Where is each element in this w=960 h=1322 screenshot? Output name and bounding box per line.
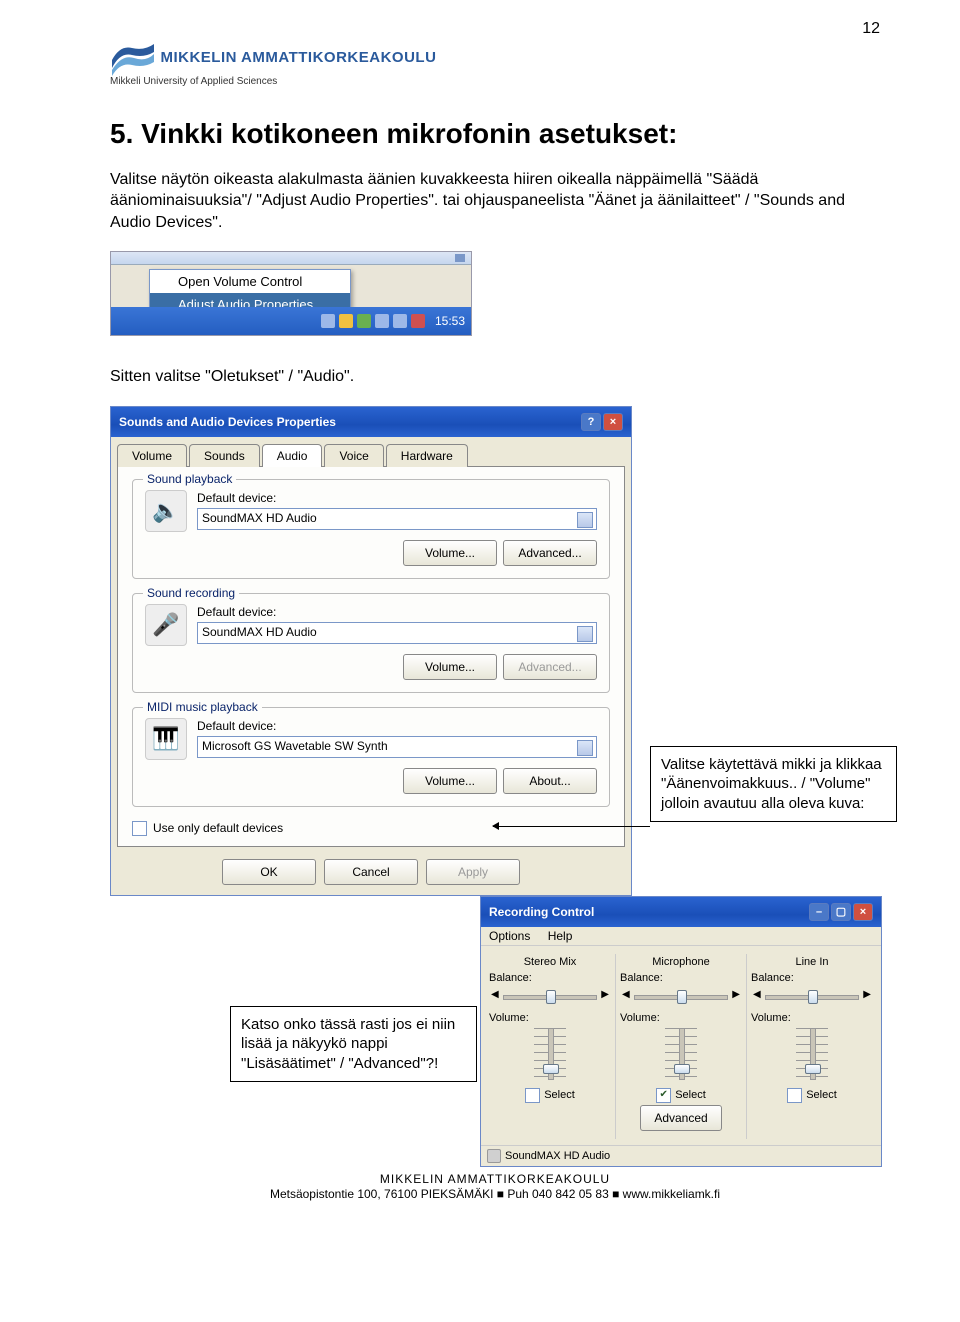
taskbar-clock: 15:53 — [435, 314, 465, 328]
callout-check-advanced: Katso onko tässä rasti jos ei niin lisää… — [230, 1006, 477, 1083]
volume-icon[interactable] — [393, 314, 407, 328]
minimize-button[interactable]: – — [809, 903, 829, 921]
close-button[interactable]: × — [603, 413, 623, 431]
tab-audio[interactable]: Audio — [262, 444, 323, 467]
apply-button[interactable]: Apply — [426, 859, 520, 885]
channel-name: Microphone — [620, 956, 742, 968]
tray-icon[interactable] — [357, 314, 371, 328]
menu-help[interactable]: Help — [548, 929, 573, 943]
tray-icon[interactable] — [339, 314, 353, 328]
tab-voice[interactable]: Voice — [324, 444, 383, 467]
paragraph-2: Sitten valitse "Oletukset" / "Audio". — [110, 366, 880, 388]
advanced-button[interactable]: Advanced — [640, 1105, 722, 1131]
section-heading: 5. Vinkki kotikoneen mikrofonin asetukse… — [110, 117, 880, 151]
volume-slider[interactable] — [671, 1026, 691, 1082]
recording-advanced-button[interactable]: Advanced... — [503, 654, 597, 680]
microphone-icon: 🎤 — [145, 604, 187, 646]
logo-text-sub: Mikkeli University of Applied Sciences — [110, 76, 880, 87]
taskbar: 15:53 — [111, 307, 471, 335]
menu-bar: Options Help — [481, 927, 881, 946]
playback-advanced-button[interactable]: Advanced... — [503, 540, 597, 566]
tab-sounds[interactable]: Sounds — [189, 444, 260, 467]
select-checkbox[interactable] — [787, 1088, 802, 1103]
midi-volume-button[interactable]: Volume... — [403, 768, 497, 794]
field-label: Default device: — [197, 605, 597, 619]
dialog-title: Sounds and Audio Devices Properties — [119, 415, 336, 429]
channel-name: Line In — [751, 956, 873, 968]
recording-volume-button[interactable]: Volume... — [403, 654, 497, 680]
channel-line-in: Line In Balance: ◀▶ Volume: Select — [747, 954, 877, 1139]
midi-about-button[interactable]: About... — [503, 768, 597, 794]
group-legend: MIDI music playback — [143, 700, 262, 714]
group-midi-playback: MIDI music playback 🎹 Default device: Mi… — [132, 707, 610, 807]
menu-item-open-volume[interactable]: Open Volume Control — [150, 270, 350, 293]
tray-icon[interactable] — [321, 314, 335, 328]
org-logo: MIKKELIN AMMATTIKORKEAKOULU Mikkeli Univ… — [110, 40, 880, 87]
logo-icon — [110, 40, 156, 76]
volume-slider[interactable] — [540, 1026, 560, 1082]
channel-name: Stereo Mix — [489, 956, 611, 968]
maximize-button[interactable]: ▢ — [831, 903, 851, 921]
dialog-title: Recording Control — [489, 905, 594, 919]
checkbox-label: Use only default devices — [153, 821, 283, 835]
channel-microphone: Microphone Balance: ◀▶ Volume: Select Ad… — [616, 954, 747, 1139]
select-checkbox[interactable] — [525, 1088, 540, 1103]
cancel-button[interactable]: Cancel — [324, 859, 418, 885]
field-label: Default device: — [197, 719, 597, 733]
field-label: Default device: — [197, 491, 597, 505]
group-sound-playback: Sound playback 🔈 Default device: SoundMA… — [132, 479, 610, 579]
channel-stereo-mix: Stereo Mix Balance: ◀▶ Volume: Select — [485, 954, 616, 1139]
device-icon — [487, 1149, 501, 1163]
midi-icon: 🎹 — [145, 718, 187, 760]
balance-slider[interactable]: ◀▶ — [489, 986, 611, 1006]
footer-org: MIKKELIN AMMATTIKORKEAKOULU — [110, 1172, 880, 1188]
paragraph-1: Valitse näytön oikeasta alakulmasta ääni… — [110, 169, 880, 234]
balance-slider[interactable]: ◀▶ — [751, 986, 873, 1006]
default-devices-checkbox[interactable] — [132, 821, 147, 836]
page-number: 12 — [862, 20, 880, 38]
logo-text-main: MIKKELIN AMMATTIKORKEAKOULU — [160, 49, 436, 66]
group-legend: Sound recording — [143, 586, 239, 600]
group-legend: Sound playback — [143, 472, 236, 486]
tray-icon[interactable] — [411, 314, 425, 328]
screenshot-recording-control: Recording Control – ▢ × Options Help Ste… — [480, 896, 882, 1167]
screenshot-audio-dialog: Sounds and Audio Devices Properties ? × … — [110, 406, 632, 896]
dialog-titlebar: Recording Control – ▢ × — [481, 897, 881, 927]
tab-volume[interactable]: Volume — [117, 444, 187, 467]
group-sound-recording: Sound recording 🎤 Default device: SoundM… — [132, 593, 610, 693]
ok-button[interactable]: OK — [222, 859, 316, 885]
speaker-icon: 🔈 — [145, 490, 187, 532]
playback-volume-button[interactable]: Volume... — [403, 540, 497, 566]
callout-pointer — [493, 826, 650, 827]
tab-hardware[interactable]: Hardware — [386, 444, 468, 467]
close-button[interactable]: × — [853, 903, 873, 921]
dialog-titlebar: Sounds and Audio Devices Properties ? × — [111, 407, 631, 437]
volume-slider[interactable] — [802, 1026, 822, 1082]
status-text: SoundMAX HD Audio — [505, 1150, 610, 1162]
footer-address: Metsäopistontie 100, 76100 PIEKSÄMÄKI ■ … — [110, 1187, 880, 1203]
status-bar: SoundMAX HD Audio — [481, 1145, 881, 1166]
tray-icon[interactable] — [375, 314, 389, 328]
menu-options[interactable]: Options — [489, 929, 530, 943]
tab-strip: Volume Sounds Audio Voice Hardware — [111, 437, 631, 466]
help-button[interactable]: ? — [581, 413, 601, 431]
callout-select-mic: Valitse käytettävä mikki ja klikkaa "Ään… — [650, 746, 897, 823]
screenshot-tray-menu: Open Volume Control Adjust Audio Propert… — [110, 251, 472, 336]
balance-slider[interactable]: ◀▶ — [620, 986, 742, 1006]
select-checkbox[interactable] — [656, 1088, 671, 1103]
recording-device-select[interactable]: SoundMAX HD Audio — [197, 622, 597, 644]
playback-device-select[interactable]: SoundMAX HD Audio — [197, 508, 597, 530]
midi-device-select[interactable]: Microsoft GS Wavetable SW Synth — [197, 736, 597, 758]
